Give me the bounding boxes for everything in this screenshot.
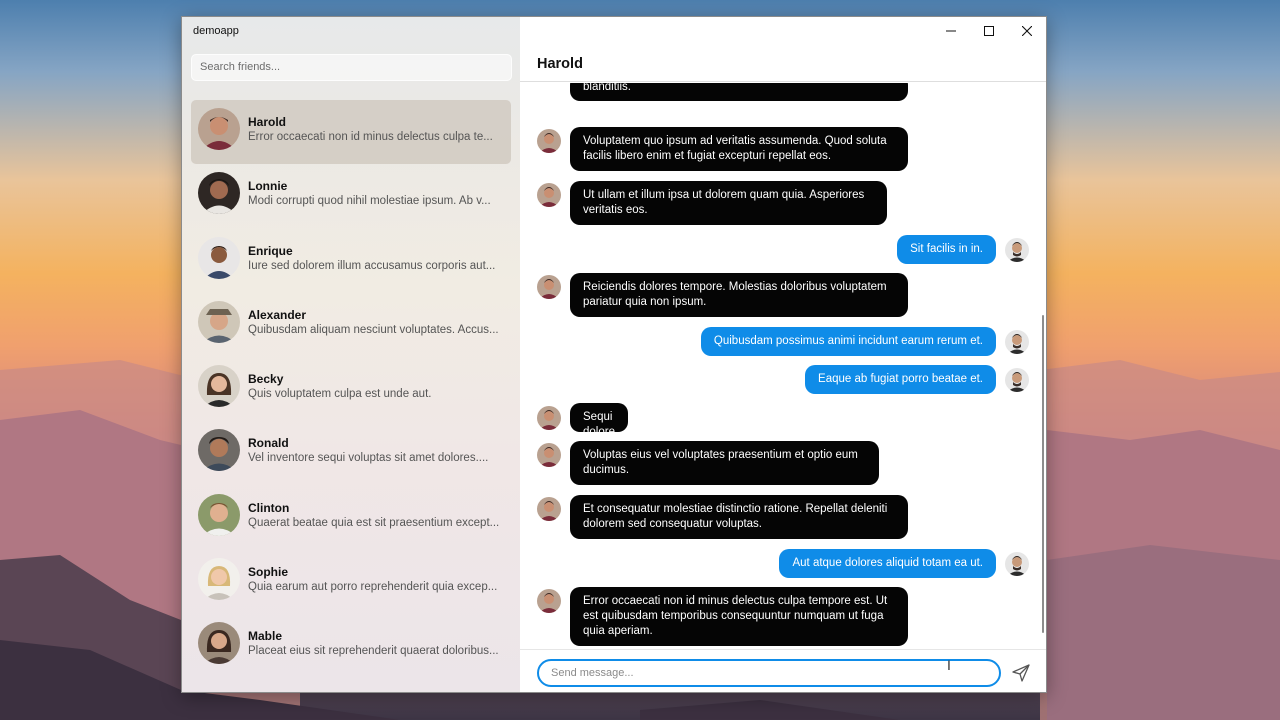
title-bar: demoapp <box>182 17 520 45</box>
message-bubble: Et consequatur molestiae distinctio rati… <box>570 495 908 539</box>
avatar <box>1005 330 1029 354</box>
message-bubble: Eaque ab fugiat porro beatae et. <box>805 365 996 394</box>
friend-item-ronald[interactable]: Ronald Vel inventore sequi voluptas sit … <box>191 421 511 485</box>
friend-item-clinton[interactable]: Clinton Quaerat beatae quia est sit prae… <box>191 486 511 550</box>
friend-preview: Modi corrupti quod nihil molestiae ipsum… <box>248 195 491 208</box>
friend-item-enrique[interactable]: Enrique Iure sed dolorem illum accusamus… <box>191 229 511 293</box>
avatar <box>198 236 240 279</box>
friends-sidebar: demoapp Search friends... Harold Error o… <box>182 17 520 692</box>
friend-preview: Error occaecati non id minus delectus cu… <box>248 131 493 143</box>
friend-name: Becky <box>248 372 284 387</box>
friend-name: Enrique <box>248 243 293 258</box>
minimize-button[interactable] <box>932 17 970 45</box>
friend-name: Alexander <box>248 307 307 322</box>
friend-item-mable[interactable]: Mable Placeat eius sit reprehenderit qua… <box>191 614 511 678</box>
avatar <box>198 300 240 343</box>
chat-panel: Harold blanditiis. Voluptatem quo ipsum … <box>520 17 1046 692</box>
friend-preview: Quia earum aut porro reprehenderit quia … <box>248 581 498 594</box>
avatar <box>537 275 561 299</box>
friend-item-lonnie[interactable]: Lonnie Modi corrupti quod nihil molestia… <box>191 164 511 228</box>
friend-item-harold[interactable]: Harold Error occaecati non id minus dele… <box>191 100 511 165</box>
maximize-button[interactable] <box>970 17 1008 45</box>
friend-preview: Placeat eius sit reprehenderit quaerat d… <box>248 645 499 658</box>
avatar <box>1005 552 1029 576</box>
friend-preview: Quaerat beatae quia est sit praesentium … <box>248 516 500 529</box>
message-bubble: Aut atque dolores aliquid totam ea ut. <box>779 549 996 578</box>
avatar <box>1005 238 1029 262</box>
avatar <box>1005 368 1029 392</box>
friend-item-alexander[interactable]: Alexander Quibusdam aliquam nesciunt vol… <box>191 293 511 357</box>
friend-name: Mable <box>248 629 283 644</box>
avatar <box>537 589 561 613</box>
message-scrollbar[interactable] <box>1042 315 1044 633</box>
close-button[interactable] <box>1008 17 1046 45</box>
message-bubble: Reiciendis dolores tempore. Molestias do… <box>570 273 908 317</box>
avatar <box>198 365 240 408</box>
send-icon <box>1012 664 1030 682</box>
message-bubble: Voluptas eius vel voluptates praesentium… <box>570 441 879 485</box>
friend-preview: Quis voluptatem culpa est unde aut. <box>248 388 432 401</box>
avatar <box>537 406 561 430</box>
friend-name: Lonnie <box>248 179 288 194</box>
message-bubble: Sit facilis in in. <box>897 235 996 264</box>
message-bubble: Error occaecati non id minus delectus cu… <box>570 587 908 646</box>
message-bubble: blanditiis. <box>570 83 908 101</box>
message-composer: Send message... I <box>520 649 1046 692</box>
friend-preview: Quibusdam aliquam nesciunt voluptates. A… <box>248 323 499 336</box>
avatar <box>198 493 240 536</box>
friend-name: Harold <box>248 115 287 129</box>
message-list: blanditiis. Voluptatem quo ipsum ad veri… <box>520 83 1046 649</box>
friend-item-becky[interactable]: Becky Quis voluptatem culpa est unde aut… <box>191 357 511 421</box>
message-bubble: Quibusdam possimus animi incidunt earum … <box>700 327 996 356</box>
friend-preview: Vel inventore sequi voluptas sit amet do… <box>248 452 489 465</box>
friend-list: Harold Error occaecati non id minus dele… <box>182 100 520 679</box>
friend-preview: Iure sed dolorem illum accusamus corpori… <box>248 259 496 272</box>
chat-header: Harold <box>520 45 1046 82</box>
message-input[interactable]: Send message... <box>537 659 1001 687</box>
avatar <box>198 622 240 665</box>
search-input[interactable]: Search friends... <box>191 54 512 81</box>
chat-title: Harold <box>537 56 583 72</box>
friend-item-sophie[interactable]: Sophie Quia earum aut porro reprehenderi… <box>191 550 511 614</box>
avatar <box>198 172 240 215</box>
avatar <box>198 558 240 601</box>
close-icon <box>1022 26 1032 36</box>
friend-name: Ronald <box>248 436 289 451</box>
avatar <box>537 183 561 207</box>
avatar <box>537 443 561 467</box>
message-bubble: Voluptatem quo ipsum ad veritatis assume… <box>570 127 908 171</box>
avatar <box>537 497 561 521</box>
message-bubble: Ut ullam et illum ipsa ut dolorem quam q… <box>570 181 887 225</box>
avatar <box>198 429 240 472</box>
send-button[interactable] <box>1008 660 1034 686</box>
minimize-icon <box>946 30 956 32</box>
maximize-icon <box>984 26 994 36</box>
friend-name: Clinton <box>248 500 290 515</box>
friend-name: Sophie <box>248 565 289 580</box>
app-window: demoapp Search friends... Harold Error o… <box>181 16 1047 693</box>
window-title: demoapp <box>193 25 239 37</box>
avatar <box>537 129 561 153</box>
message-bubble: Sequi dolore esse. <box>570 403 628 453</box>
avatar <box>198 108 240 150</box>
text-cursor-icon: I <box>947 657 951 673</box>
